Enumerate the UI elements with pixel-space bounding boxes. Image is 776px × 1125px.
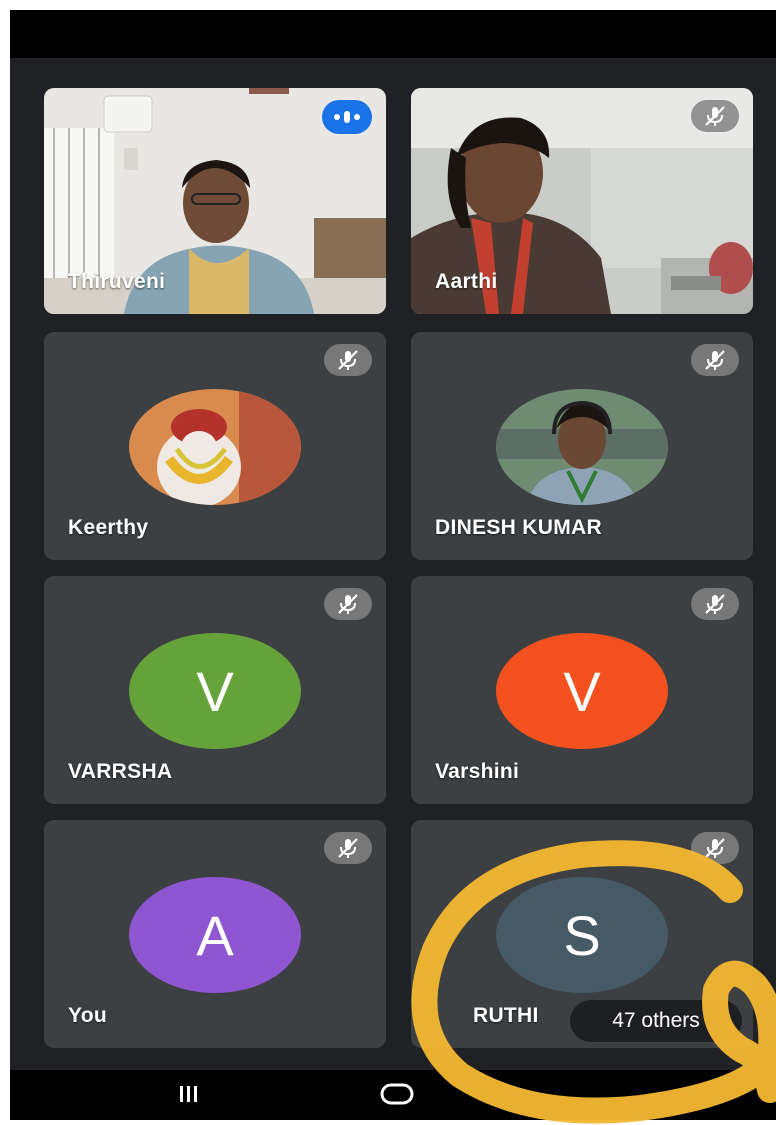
participant-name: You [68,1004,108,1027]
avatar: V [496,633,668,749]
mic-off-icon [691,100,739,132]
others-count-button[interactable]: 47 others [570,1000,742,1042]
avatar-initial: V [563,659,601,723]
navigation-bar [10,1070,776,1120]
speaking-indicator-icon [322,100,372,134]
home-icon[interactable] [380,1080,414,1113]
participant-tile-aarthi[interactable]: Aarthi [411,88,753,314]
mic-off-icon [691,832,739,864]
mic-off-icon [324,588,372,620]
avatar [496,389,668,505]
participant-name: Thiruveni [68,270,166,293]
mic-off-icon [324,344,372,376]
participant-name: Varshini [435,760,520,783]
participant-tile-you[interactable]: A You [44,820,386,1048]
participant-name: VARRSHA [68,760,173,783]
mic-off-icon [691,588,739,620]
profile-photo [496,389,668,505]
avatar [129,389,301,505]
mic-off-icon [691,344,739,376]
recent-apps-icon[interactable] [178,1080,200,1113]
participant-tile-varshini[interactable]: V Varshini [411,576,753,804]
participant-name: DINESH KUMAR [435,516,602,539]
participant-name: RUTHI [473,1004,539,1027]
status-bar [10,10,776,58]
avatar-initial: V [196,659,234,723]
avatar-initial: S [563,903,601,967]
participant-tile-dinesh-kumar[interactable]: DINESH KUMAR [411,332,753,560]
avatar: A [129,877,301,993]
participant-tile-thiruveni[interactable]: Thiruveni [44,88,386,314]
mic-off-icon [324,832,372,864]
participant-tile-keerthy[interactable]: Keerthy [44,332,386,560]
participant-tile-varrsha[interactable]: V VARRSHA [44,576,386,804]
avatar: S [496,877,668,993]
participant-name: Aarthi [435,270,498,293]
participant-name: Keerthy [68,516,149,539]
profile-photo [129,389,301,505]
avatar: V [129,633,301,749]
avatar-initial: A [196,903,234,967]
meeting-screen: Thiruveni Aarthi Keerthy DINESH KUMAR V … [10,10,776,1120]
